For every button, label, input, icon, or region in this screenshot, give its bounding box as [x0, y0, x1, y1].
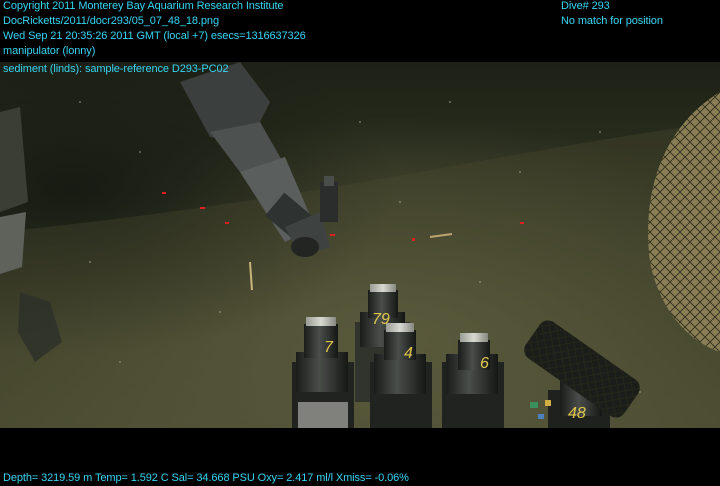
file-path-text: DocRicketts/2011/docr293/05_07_48_18.png: [3, 15, 219, 27]
dive-number-text: Dive# 293: [561, 0, 610, 12]
telemetry-text: Depth= 3219.59 m Temp= 1.592 C Sal= 34.6…: [3, 472, 409, 484]
tube-label: 6: [480, 355, 489, 372]
tube-label: 4: [404, 345, 413, 362]
tube-label: 7: [324, 339, 334, 356]
position-status-text: No match for position: [561, 15, 663, 27]
tube-label: 79: [372, 311, 390, 328]
seafloor-scene: 79 7 4 6 48: [0, 62, 720, 428]
copyright-text: Copyright 2011 Monterey Bay Aquarium Res…: [3, 0, 284, 12]
tube-label: 48: [568, 405, 586, 422]
activity-text: manipulator (lonny): [3, 45, 96, 57]
timestamp-text: Wed Sep 21 20:35:26 2011 GMT (local +7) …: [3, 30, 306, 42]
annotation-text: sediment (linds): sample-reference D293-…: [3, 63, 229, 75]
camera-frame: 79 7 4 6 48: [0, 62, 720, 428]
